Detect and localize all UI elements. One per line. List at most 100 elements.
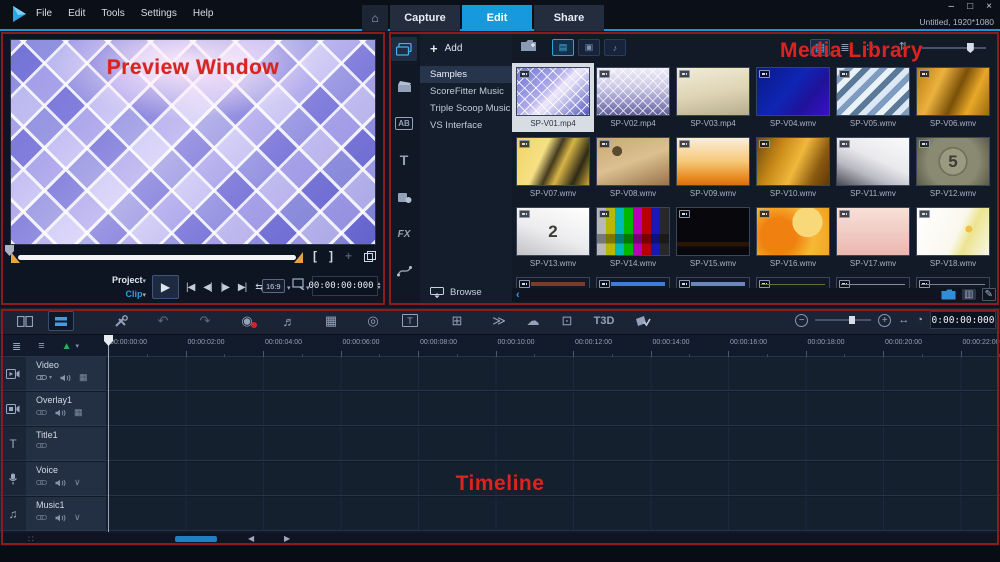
library-thumbnail[interactable]: SP-V01.mp4 xyxy=(516,67,590,128)
split-clip-button[interactable]: + xyxy=(345,249,352,263)
mute-track-icon[interactable] xyxy=(60,374,71,382)
mute-track-icon[interactable] xyxy=(55,409,66,417)
enlarge-preview-icon[interactable] xyxy=(292,278,306,290)
cloud-button[interactable]: ☁ xyxy=(520,311,546,331)
workflow-tab[interactable]: Share xyxy=(534,5,604,31)
mark-out-button[interactable]: ] xyxy=(329,249,333,263)
caret-icon[interactable]: ▾ xyxy=(49,374,52,381)
music-track-icon[interactable]: ♫ xyxy=(0,497,26,531)
library-thumbnail[interactable]: SP-V17.wmv xyxy=(836,207,910,268)
scrollbar-thumb[interactable] xyxy=(175,536,217,542)
library-folder-item[interactable]: VS Interface xyxy=(420,117,512,134)
previous-frame-button[interactable]: ◀| xyxy=(203,282,212,293)
title-track-icon[interactable]: T xyxy=(0,427,26,461)
library-thumbnail[interactable]: SP-V07.wmv xyxy=(516,137,590,198)
auto-music-button[interactable]: ▦ xyxy=(318,311,344,331)
chevron-down-icon[interactable]: ∨ xyxy=(74,512,81,523)
menu-item[interactable]: File xyxy=(36,8,52,19)
blend-mode-icon[interactable]: ▦ xyxy=(79,372,88,383)
preview-timecode[interactable]: 00:00:00:000 ▲ ▼ xyxy=(309,276,382,296)
filter-video-button[interactable]: ▤ xyxy=(552,39,574,56)
menu-item[interactable]: Settings xyxy=(141,8,177,19)
add-track-icon[interactable]: ≡ xyxy=(38,340,44,352)
video-track-lane[interactable] xyxy=(106,357,1000,391)
scroll-right-arrow[interactable]: ▶ xyxy=(284,534,290,543)
link-icon[interactable] xyxy=(36,409,47,416)
workflow-tab[interactable]: Capture xyxy=(390,5,460,31)
slider-knob[interactable] xyxy=(848,316,855,324)
aspect-ratio-button[interactable]: 16:9 xyxy=(262,279,285,293)
browse-button[interactable]: Browse xyxy=(430,287,482,298)
mute-track-icon[interactable] xyxy=(55,514,66,522)
link-icon[interactable] xyxy=(36,514,47,521)
overlay-track-lane[interactable] xyxy=(106,392,1000,426)
music-track-header[interactable]: Music1 ∨ xyxy=(26,497,106,531)
3d-title-button[interactable]: T3D xyxy=(588,311,620,331)
timeline-timecode[interactable]: 0:00:00:000 xyxy=(930,311,996,329)
record-capture-button[interactable]: ◉ xyxy=(234,311,260,331)
music-track-lane[interactable] xyxy=(106,497,1000,531)
mask-creator-button[interactable] xyxy=(630,311,656,331)
thumbnail-size-slider[interactable] xyxy=(922,43,986,53)
subtitle-editor-button[interactable]: T xyxy=(402,314,418,327)
graphic-icon[interactable] xyxy=(391,185,417,209)
gallery-scrollbar[interactable]: ‹ ▥ ✎ xyxy=(512,288,1000,302)
scroll-left-arrow[interactable]: ◀ xyxy=(248,534,254,543)
speed-disc-button[interactable]: ◎ xyxy=(360,311,386,331)
close-button[interactable]: × xyxy=(986,1,992,12)
fit-project-icon[interactable]: ↔ xyxy=(898,314,909,326)
import-media-folder-icon[interactable] xyxy=(520,39,538,53)
workflow-tab[interactable]: Edit xyxy=(462,5,532,31)
go-start-button[interactable]: |◀ xyxy=(186,282,195,293)
timeline-scrollbar[interactable]: ∷ ◀ ▶ xyxy=(0,533,1000,545)
library-thumbnail[interactable]: SP-V11.wmv xyxy=(836,137,910,198)
sound-mixer-button[interactable]: ♬ xyxy=(276,311,302,331)
link-icon[interactable] xyxy=(36,442,47,449)
library-thumbnail[interactable]: SP-V06.wmv xyxy=(916,67,990,128)
library-thumbnail[interactable]: SP-V10.wmv xyxy=(756,137,830,198)
menu-item[interactable]: Edit xyxy=(68,8,85,19)
project-mode-button[interactable]: Project xyxy=(112,275,143,285)
timeline-zoom-slider[interactable] xyxy=(815,316,872,324)
link-icon[interactable] xyxy=(36,374,47,381)
scrubber-bar[interactable] xyxy=(11,252,303,263)
video-track-icon[interactable] xyxy=(0,357,26,391)
library-thumbnail[interactable]: SP-V04.wmv xyxy=(756,67,830,128)
edit-library-icon[interactable]: ✎ xyxy=(981,288,996,301)
duration-clock-icon[interactable]: ◔ xyxy=(916,314,923,326)
library-thumbnail[interactable]: SP-V02.mp4 xyxy=(596,67,670,128)
overlay-track-icon[interactable] xyxy=(0,392,26,426)
transition-icon[interactable]: AB xyxy=(391,111,417,135)
scroll-left-button[interactable]: ‹ xyxy=(516,289,520,301)
library-panel-toggle-icon[interactable]: ▥ xyxy=(962,289,976,300)
timecode-stepper[interactable]: ▲ ▼ xyxy=(377,282,382,291)
split-screen-template-button[interactable]: ⊞ xyxy=(444,311,470,331)
storyboard-view-button[interactable] xyxy=(12,311,38,331)
motion-tracking-button[interactable]: ≫ xyxy=(486,311,512,331)
library-folder-item[interactable]: Triple Scoop Music xyxy=(420,100,512,117)
library-thumbnail[interactable]: 5 SP-V12.wmv xyxy=(916,137,990,198)
caret-icon[interactable]: ▾ xyxy=(287,284,291,292)
filter-audio-button[interactable]: ♪ xyxy=(604,39,626,56)
slider-knob[interactable] xyxy=(966,43,974,53)
show-library-folder-icon[interactable] xyxy=(941,289,956,300)
redo-button[interactable]: ↷ xyxy=(192,311,218,331)
library-thumbnail[interactable]: SP-V15.wmv xyxy=(676,207,750,268)
library-thumbnail[interactable]: 2 SP-V13.wmv xyxy=(516,207,590,268)
video-track-header[interactable]: Video ▾ ▦ xyxy=(26,357,106,391)
mark-in-button[interactable]: [ xyxy=(313,249,317,263)
timeline-ruler[interactable]: ≣ ≡ ▲ ▾ 00:00:00:00 00:00:02:00 00:00:04:0… xyxy=(0,335,1000,357)
library-thumbnail[interactable]: SP-V05.wmv xyxy=(836,67,910,128)
menu-item[interactable]: Help xyxy=(193,8,214,19)
zoom-in-button[interactable]: + xyxy=(878,313,892,327)
next-frame-button[interactable]: |▶ xyxy=(221,282,230,293)
media-gallery-icon[interactable] xyxy=(391,37,417,61)
add-folder-button[interactable]: + Add xyxy=(420,41,512,56)
library-thumbnail[interactable]: SP-V08.wmv xyxy=(596,137,670,198)
library-thumbnail[interactable]: SP-V09.wmv xyxy=(676,137,750,198)
overlay-track-header[interactable]: Overlay1 ▦ xyxy=(26,392,106,426)
library-folder-item[interactable]: Samples xyxy=(420,66,512,83)
library-folder-item[interactable]: ScoreFitter Music xyxy=(420,83,512,100)
title-track-header[interactable]: Title1 xyxy=(26,427,106,461)
go-end-button[interactable]: ▶| xyxy=(238,282,247,293)
